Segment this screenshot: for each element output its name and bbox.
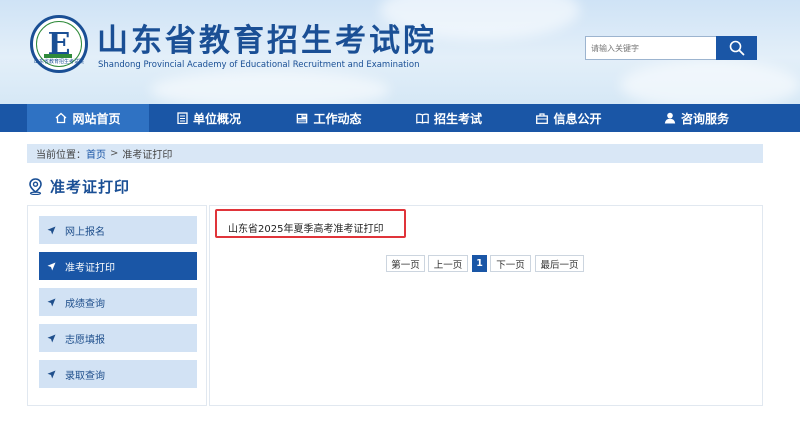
breadcrumb-prefix: 当前位置： <box>36 150 86 161</box>
breadcrumb: 当前位置： 首页 > 准考证打印 <box>27 144 763 163</box>
sidebar-item-application[interactable]: 志愿填报 <box>39 324 197 352</box>
breadcrumb-current: 准考证打印 <box>122 150 173 161</box>
site-logo[interactable]: E 山东省教育招生考试院 <box>30 15 88 73</box>
header-decoration <box>620 60 800 104</box>
sidebar-item-label: 网上报名 <box>65 226 105 238</box>
search-button[interactable] <box>716 36 757 60</box>
search-box <box>585 36 757 60</box>
nav-item-disclosure[interactable]: 信息公开 <box>510 104 628 132</box>
list-item-link[interactable]: 山东省2025年夏季高考准考证打印 <box>228 220 383 235</box>
site-subtitle: Shandong Provincial Academy of Education… <box>98 60 420 70</box>
first-page-button[interactable]: 第一页 <box>386 255 425 272</box>
nav-item-about[interactable]: 单位概况 <box>150 104 268 132</box>
header-decoration <box>150 70 390 104</box>
page-heading: 准考证打印 <box>28 176 130 197</box>
nav-item-label: 招生考试 <box>433 111 482 126</box>
nav-item-news[interactable]: 工作动态 <box>270 104 388 132</box>
arrow-icon <box>47 298 56 306</box>
building-icon <box>177 112 188 124</box>
arrow-icon <box>47 226 56 234</box>
nav-item-label: 单位概况 <box>192 111 241 126</box>
arrow-icon <box>47 370 56 378</box>
sidebar-item-label: 志愿填报 <box>65 334 105 346</box>
sidebar: 网上报名 准考证打印 成绩查询 志愿填报 录取查询 <box>27 205 207 406</box>
nav-item-consult[interactable]: 咨询服务 <box>630 104 763 132</box>
book-icon <box>416 113 429 124</box>
briefcase-icon <box>536 112 549 124</box>
sidebar-item-admission-query[interactable]: 录取查询 <box>39 360 197 388</box>
last-page-button[interactable]: 最后一页 <box>535 255 584 272</box>
nav-item-label: 网站首页 <box>72 111 121 126</box>
breadcrumb-home-link[interactable]: 首页 <box>86 146 106 161</box>
site-header: E 山东省教育招生考试院 山东省教育招生考试院 Shandong Provinc… <box>0 0 800 104</box>
home-icon <box>56 112 67 124</box>
main-nav: 网站首页 单位概况 工作动态 招生考试 信息公开 咨询服务 <box>0 104 800 132</box>
page-title: 准考证打印 <box>50 178 131 196</box>
prev-page-button[interactable]: 上一页 <box>428 255 468 272</box>
location-pin-icon <box>29 178 42 195</box>
pagination: 第一页 上一页 1 下一页 最后一页 <box>0 255 800 272</box>
sidebar-item-label: 录取查询 <box>65 370 105 382</box>
site-title[interactable]: 山东省教育招生考试院 <box>97 24 437 58</box>
breadcrumb-separator: > <box>110 148 119 159</box>
user-icon <box>664 112 676 124</box>
arrow-icon <box>47 334 56 342</box>
sidebar-item-label: 成绩查询 <box>65 298 105 310</box>
logo-small-text: 山东省教育招生考试院 <box>33 59 84 65</box>
search-input[interactable] <box>585 36 716 60</box>
nav-item-label: 咨询服务 <box>680 111 729 126</box>
news-icon <box>297 113 308 123</box>
sidebar-item-online-registration[interactable]: 网上报名 <box>39 216 197 244</box>
search-icon <box>729 40 744 56</box>
logo-letter: E <box>43 26 72 62</box>
nav-item-label: 信息公开 <box>553 111 602 126</box>
nav-item-home[interactable]: 网站首页 <box>27 104 149 132</box>
current-page-button[interactable]: 1 <box>472 255 487 272</box>
nav-item-label: 工作动态 <box>313 111 362 126</box>
sidebar-item-score-query[interactable]: 成绩查询 <box>39 288 197 316</box>
nav-item-exams[interactable]: 招生考试 <box>390 104 508 132</box>
next-page-button[interactable]: 下一页 <box>490 255 531 272</box>
